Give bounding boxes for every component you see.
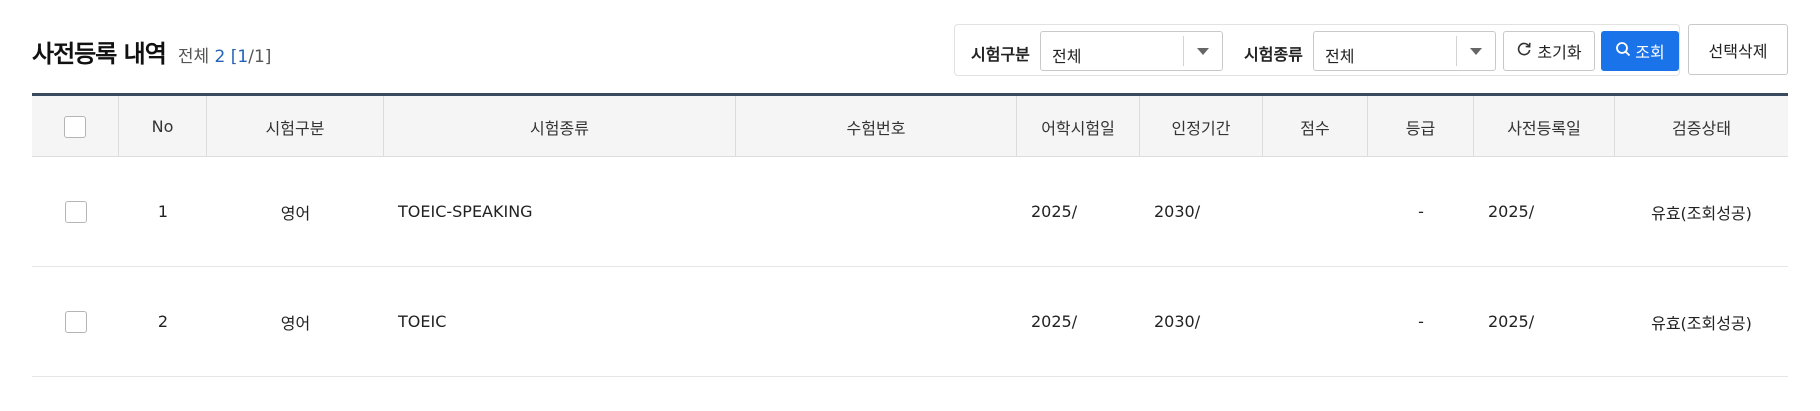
cell-reg-date: 2025/ xyxy=(1488,202,1535,221)
row-checkbox[interactable] xyxy=(64,200,87,223)
cell-type: TOEIC-SPEAKING xyxy=(398,202,533,221)
select-all-checkbox[interactable] xyxy=(64,115,86,138)
search-button[interactable]: 조회 xyxy=(1601,31,1679,71)
exam-category-select[interactable]: 전체 xyxy=(1040,31,1223,71)
column-header: 어학시험일 xyxy=(1017,96,1140,157)
exam-type-value: 전체 xyxy=(1325,47,1355,66)
row-checkbox[interactable] xyxy=(64,310,87,333)
reset-button[interactable]: 초기화 xyxy=(1503,31,1595,71)
select-divider xyxy=(1183,36,1184,66)
delete-selected-button[interactable]: 선택삭제 xyxy=(1688,24,1788,75)
column-header: 등급 xyxy=(1368,96,1474,157)
exam-type-select[interactable]: 전체 xyxy=(1313,31,1496,71)
column-header: 시험종류 xyxy=(384,96,736,157)
cell-reg-date: 2025/ xyxy=(1488,312,1535,331)
cell-exam-no xyxy=(736,267,1017,376)
column-header: 검증상태 xyxy=(1672,118,1731,138)
result-count: 전체 2 [1/1] xyxy=(178,42,272,67)
column-header: No xyxy=(119,96,207,157)
table-row: 2 영어 TOEIC 2025/ 2030/ - 2025/ 유효(조회성공) xyxy=(32,267,1788,377)
cell-score xyxy=(1263,157,1368,266)
page-current: 1 xyxy=(237,47,249,67)
cell-status: 유효(조회성공) xyxy=(1651,313,1752,333)
cell-score xyxy=(1263,267,1368,376)
cell-valid-period: 2030/ xyxy=(1154,202,1201,221)
select-divider xyxy=(1456,36,1457,66)
cell-status: 유효(조회성공) xyxy=(1651,203,1752,223)
cell-no: 2 xyxy=(157,312,169,331)
column-header: 수험번호 xyxy=(736,96,1017,157)
page-total: 1 xyxy=(253,47,265,67)
page-title: 사전등록 내역 xyxy=(32,40,167,68)
exam-type-label: 시험종류 xyxy=(1244,45,1303,64)
page-bracket-close: ] xyxy=(264,47,272,67)
header-select-all xyxy=(32,96,119,157)
column-header: 시험구분 xyxy=(207,96,384,157)
column-header: 인정기간 xyxy=(1140,96,1263,157)
exam-category-label: 시험구분 xyxy=(971,45,1030,64)
table-row: 1 영어 TOEIC-SPEAKING 2025/ 2030/ - 2025/ … xyxy=(32,157,1788,267)
filter-bar: 시험구분 전체 시험종류 전체 초기화 조회 xyxy=(954,24,1680,76)
total-count: 2 xyxy=(214,47,226,67)
search-label: 조회 xyxy=(1635,43,1665,62)
table-header: No 시험구분 시험종류 수험번호 어학시험일 인정기간 점수 등급 사전등록일… xyxy=(32,93,1788,157)
count-label: 전체 xyxy=(177,47,210,67)
title-area: 사전등록 내역 전체 2 [1/1] xyxy=(32,34,271,69)
cell-grade: - xyxy=(1418,202,1424,221)
cell-exam-date: 2025/ xyxy=(1031,312,1078,331)
column-header: 점수 xyxy=(1263,96,1368,157)
registration-table: No 시험구분 시험종류 수험번호 어학시험일 인정기간 점수 등급 사전등록일… xyxy=(32,93,1788,377)
cell-category: 영어 xyxy=(280,203,311,223)
row-select xyxy=(32,157,119,266)
cell-grade: - xyxy=(1418,312,1424,331)
column-header: 사전등록일 xyxy=(1474,96,1615,157)
cell-category: 영어 xyxy=(280,313,311,333)
refresh-icon xyxy=(1516,41,1532,61)
cell-valid-period: 2030/ xyxy=(1154,312,1201,331)
cell-exam-no xyxy=(736,157,1017,266)
chevron-down-icon xyxy=(1197,48,1209,55)
reset-label: 초기화 xyxy=(1537,43,1582,62)
exam-category-value: 전체 xyxy=(1052,47,1082,66)
row-select xyxy=(32,267,119,376)
cell-type: TOEIC xyxy=(398,312,447,331)
chevron-down-icon xyxy=(1470,48,1482,55)
cell-exam-date: 2025/ xyxy=(1031,202,1078,221)
cell-no: 1 xyxy=(157,202,169,221)
search-icon xyxy=(1615,41,1631,61)
